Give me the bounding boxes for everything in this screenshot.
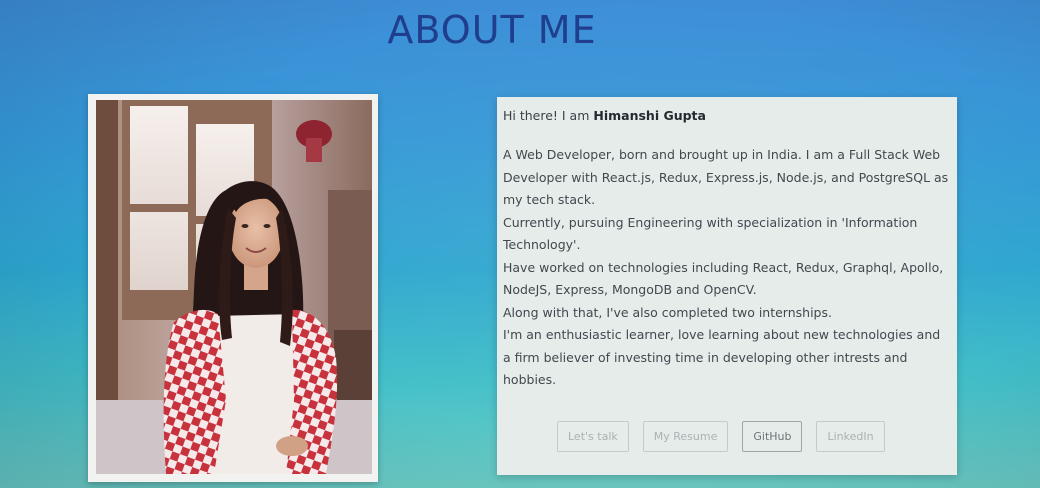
lets-talk-button[interactable]: Let's talk	[557, 421, 629, 452]
bio-paragraph: Along with that, I've also completed two…	[503, 304, 832, 320]
greeting-prefix: Hi there! I am	[503, 108, 594, 123]
resume-button[interactable]: My Resume	[642, 421, 729, 452]
bio-text: A Web Developer, born and brought up in …	[503, 144, 951, 392]
profile-photo-frame	[88, 94, 378, 482]
github-button[interactable]: GitHub	[742, 421, 803, 452]
action-buttons: Let's talk My Resume GitHub LinkedIn	[557, 421, 885, 452]
bio-greeting: Hi there! I am Himanshi Gupta	[503, 107, 951, 124]
section-title: ABOUT ME	[387, 8, 597, 52]
bio-paragraph: A Web Developer, born and brought up in …	[503, 147, 949, 207]
bio-name: Himanshi Gupta	[593, 108, 706, 123]
bio-card: Hi there! I am Himanshi Gupta A Web Deve…	[497, 97, 957, 475]
bio-paragraph: Currently, pursuing Engineering with spe…	[503, 214, 918, 253]
bio-paragraph: I'm an enthusiastic learner, love learni…	[503, 327, 941, 387]
linkedin-button[interactable]: LinkedIn	[816, 421, 885, 452]
profile-photo-illustration	[96, 100, 372, 474]
bio-paragraph: Have worked on technologies including Re…	[503, 259, 944, 298]
profile-photo	[96, 100, 372, 474]
